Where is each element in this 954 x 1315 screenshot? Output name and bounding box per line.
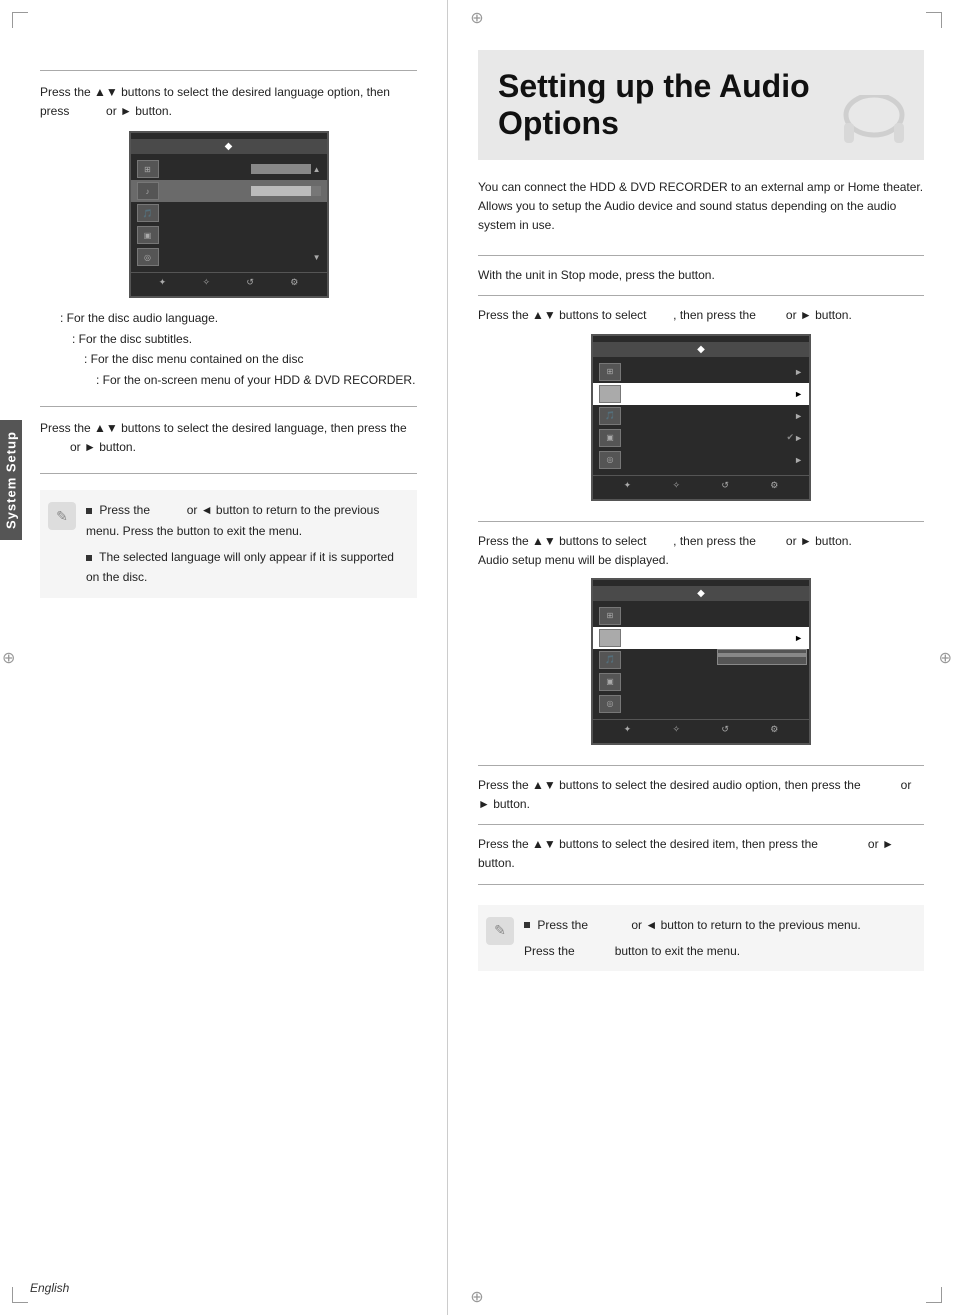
note-bullet-1: Press the or ◄ button to return to the p… [86, 500, 409, 541]
note-content-right: Press the or ◄ button to return to the p… [524, 915, 916, 962]
osd-title-bar-2: ◆ [593, 342, 809, 357]
description-section: You can connect the HDD & DVD RECORDER t… [478, 178, 924, 236]
bullet-list-section: For the disc audio language. For the dis… [50, 308, 417, 390]
step-4-text: Press the ▲▼ buttons to select the desir… [478, 776, 924, 814]
step-5: Press the ▲▼ buttons to select the desir… [478, 824, 924, 883]
bullet-3: For the disc menu contained on the disc [60, 349, 417, 369]
title-box: Setting up the AudioOptions [478, 50, 924, 160]
osd-bottom-2: ✦✧↺⚙ [593, 475, 809, 491]
icon-3-1: ⊞ [599, 607, 621, 625]
icon-audio: ◎ [137, 248, 159, 266]
note-box-left: ✎ Press the or ◄ button to return to the… [40, 490, 417, 598]
icon-2-1: ⊞ [599, 363, 621, 381]
top-separator-line [40, 70, 417, 71]
bullet-square-1 [86, 508, 92, 514]
icon-3-5: ◎ [599, 695, 621, 713]
icon-3-2: ♪ [599, 629, 621, 647]
osd-bottom-1: ✦✧↺⚙ [131, 272, 327, 288]
icon-subtitle: ♪ [137, 182, 159, 200]
osd-menu-2: ◆ ⊞ ► ♪ ► 🎵 ► ▣ [591, 334, 811, 501]
step-5-text: Press the ▲▼ buttons to select the desir… [478, 835, 924, 873]
bullet-square-2 [86, 555, 92, 561]
osd-menu-1: ◆ ⊞ ▲ ♪ 🎵 [129, 131, 329, 298]
osd-row-1-5: ◎ ▼ [131, 246, 327, 268]
icon-2-3: 🎵 [599, 407, 621, 425]
right-column: Setting up the AudioOptions You can conn… [448, 0, 954, 1315]
step-3: Press the ▲▼ buttons to select , then pr… [478, 521, 924, 765]
osd-row-1-2: ♪ [131, 180, 327, 202]
icon-2-5: ◎ [599, 451, 621, 469]
footer-text: English [30, 1281, 69, 1295]
osd-row-1-4: ▣ [131, 224, 327, 246]
osd-row-3-2: ♪ ► [593, 627, 809, 649]
step-4: Press the ▲▼ buttons to select the desir… [478, 765, 924, 824]
footer: English [30, 1281, 69, 1295]
description-1: You can connect the HDD & DVD RECORDER t… [478, 178, 924, 197]
note-bullet-2: The selected language will only appear i… [86, 547, 409, 588]
note-box-right: ✎ Press the or ◄ button to return to the… [478, 905, 924, 972]
note-content-left: Press the or ◄ button to return to the p… [86, 500, 409, 588]
bullet-list: For the disc audio language. For the dis… [50, 308, 417, 390]
osd-menu-3: ◆ ⊞ ♪ ► 🎵 [591, 578, 811, 745]
bullet-2: For the disc subtitles. [60, 329, 417, 349]
osd-row-3-1: ⊞ [593, 605, 809, 627]
description-2: Allows you to setup the Audio device and… [478, 197, 924, 235]
osd-row-1-1: ⊞ ▲ [131, 158, 327, 180]
osd-row-1-3: 🎵 [131, 202, 327, 224]
osd-row-3-5: ◎ [593, 693, 809, 715]
osd-submenu-3 [717, 649, 807, 665]
mid-separator-2 [40, 473, 417, 474]
step-3-text: Press the ▲▼ buttons to select , then pr… [478, 532, 924, 570]
osd-title-bar-3: ◆ [593, 586, 809, 601]
left-column: Press the ▲▼ buttons to select the desir… [0, 0, 448, 1315]
note-icon-right: ✎ [486, 917, 514, 945]
bullet-1: For the disc audio language. [60, 308, 417, 328]
note-separator [478, 884, 924, 885]
mid-separator [40, 406, 417, 407]
icon-disc: ⊞ [137, 160, 159, 178]
right-note-line-1: Press the or ◄ button to return to the p… [524, 915, 916, 935]
mid-instruction: Press the ▲▼ buttons to select the desir… [40, 419, 417, 457]
icon-3-3: 🎵 [599, 651, 621, 669]
note-icon-left: ✎ [48, 502, 76, 530]
osd-row-2-3: 🎵 ► [593, 405, 809, 427]
right-note-line-2: Press the button to exit the menu. [524, 941, 916, 961]
top-instruction: Press the ▲▼ buttons to select the desir… [40, 83, 417, 121]
icon-3-4: ▣ [599, 673, 621, 691]
step-1-text: With the unit in Stop mode, press the bu… [478, 266, 924, 285]
osd-row-2-4: ▣ ✔ ► [593, 427, 809, 449]
osd-row-3-4: ▣ [593, 671, 809, 693]
osd-bottom-3: ✦✧↺⚙ [593, 719, 809, 735]
step-2-text: Press the ▲▼ buttons to select , then pr… [478, 306, 924, 325]
icon-2-4: ▣ [599, 429, 621, 447]
headphone-icon [834, 95, 914, 155]
icon-2-2: ♪ [599, 385, 621, 403]
osd-row-2-2: ♪ ► [593, 383, 809, 405]
osd-row-2-5: ◎ ► [593, 449, 809, 471]
osd-row-2-1: ⊞ ► [593, 361, 809, 383]
icon-screen: ▣ [137, 226, 159, 244]
step-1: With the unit in Stop mode, press the bu… [478, 255, 924, 295]
bullet-square-r1 [524, 922, 530, 928]
top-section: Press the ▲▼ buttons to select the desir… [40, 70, 417, 298]
bullet-4: For the on-screen menu of your HDD & DVD… [60, 370, 417, 390]
osd-title-bar-1: ◆ [131, 139, 327, 154]
step-2: Press the ▲▼ buttons to select , then pr… [478, 295, 924, 520]
icon-menu: 🎵 [137, 204, 159, 222]
